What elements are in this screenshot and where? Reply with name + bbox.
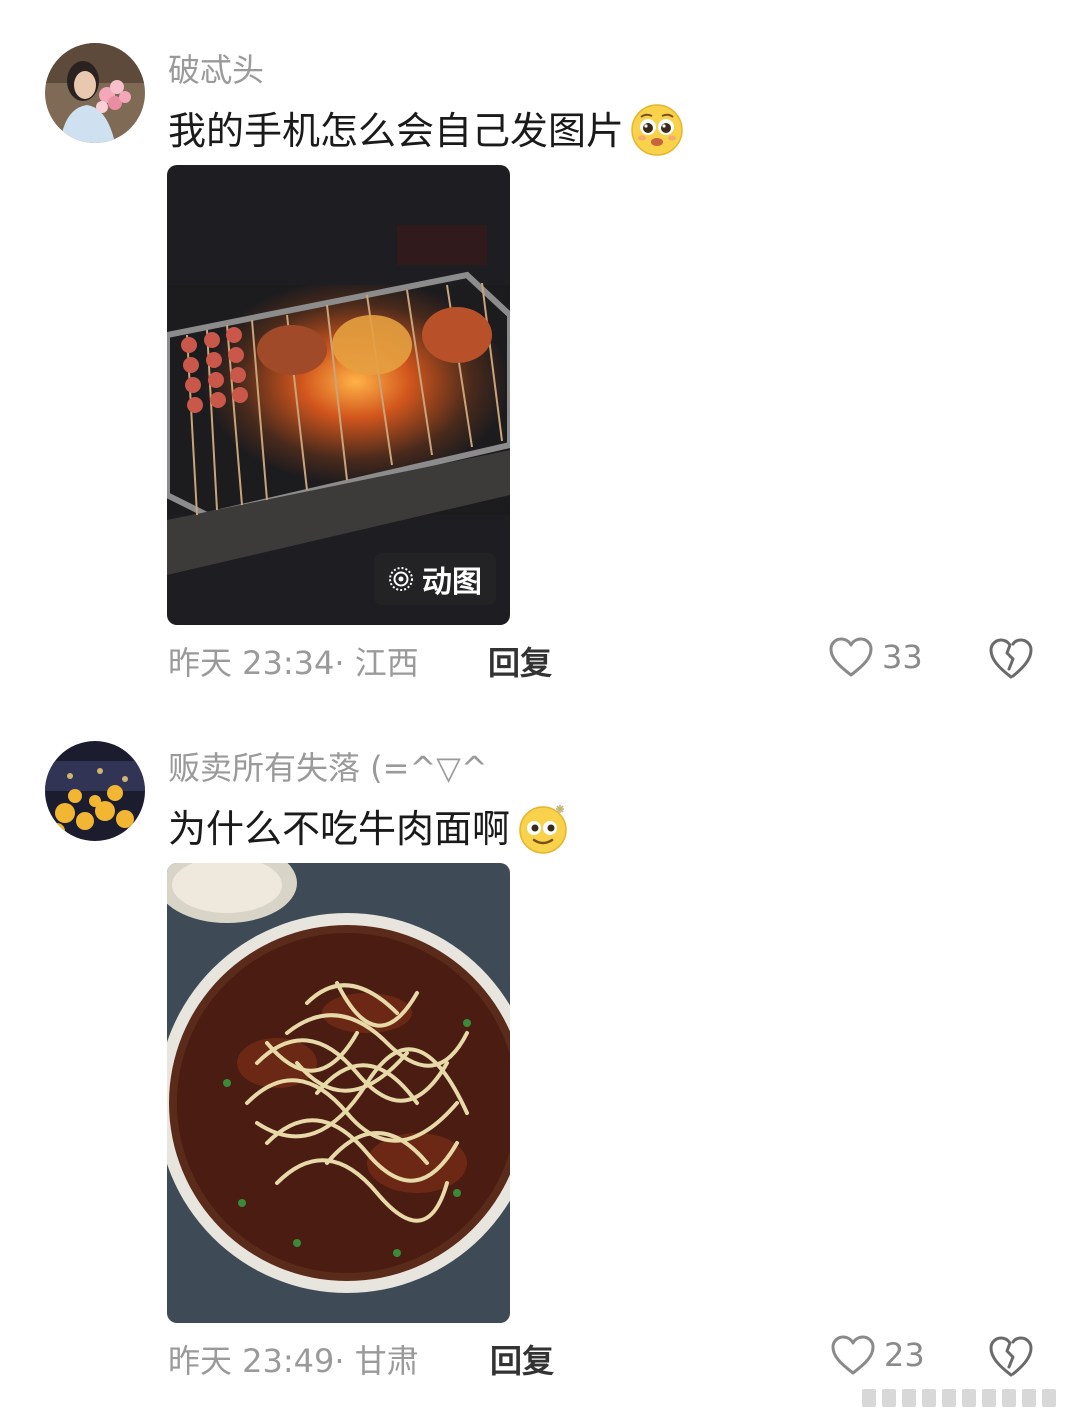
comment-photo[interactable] (167, 863, 510, 1323)
reply-button[interactable]: 回复 (488, 638, 552, 684)
dizzy-face-icon (516, 801, 567, 854)
comment-meta: 昨天 23:34· 江西 (168, 638, 419, 684)
gif-badge: 动图 (374, 553, 496, 605)
live-photo-icon (389, 567, 413, 591)
broken-heart-icon (989, 1336, 1033, 1377)
comment-meta: 昨天 23:49· 甘肃 (168, 1336, 419, 1382)
heart-icon (831, 1335, 875, 1375)
comment-text-content: 为什么不吃牛肉面啊 (168, 807, 511, 851)
watermark-bar (862, 1385, 1062, 1411)
comment-location: 江西 (354, 644, 419, 682)
like-button[interactable]: 23 (830, 1334, 925, 1376)
comment-text: 我的手机怎么会自己发图片 (168, 100, 683, 156)
avatar[interactable] (45, 741, 145, 841)
like-button[interactable]: 33 (828, 636, 923, 678)
like-count: 23 (884, 1336, 925, 1374)
comment-time: 昨天 23:34 (168, 644, 335, 682)
like-count: 33 (882, 638, 923, 676)
meta-separator: · (334, 644, 355, 682)
dislike-button[interactable] (988, 636, 1034, 680)
pleading-face-icon (630, 103, 683, 156)
comment-location: 甘肃 (354, 1342, 419, 1380)
comment-text-content: 我的手机怎么会自己发图片 (168, 109, 625, 153)
comment-text: 为什么不吃牛肉面啊 (168, 798, 567, 854)
heart-icon (829, 637, 873, 677)
meta-separator: · (334, 1342, 355, 1380)
dislike-button[interactable] (988, 1334, 1034, 1378)
comment-time: 昨天 23:49 (168, 1342, 335, 1380)
reply-button[interactable]: 回复 (490, 1336, 554, 1382)
gif-badge-label: 动图 (422, 565, 482, 600)
avatar[interactable] (45, 43, 145, 143)
username[interactable]: 贩卖所有失落 (=^▽^ (168, 743, 488, 789)
comment-photo[interactable]: 动图 (167, 165, 510, 625)
username[interactable]: 破忒头 (168, 45, 264, 91)
broken-heart-icon (989, 638, 1033, 679)
